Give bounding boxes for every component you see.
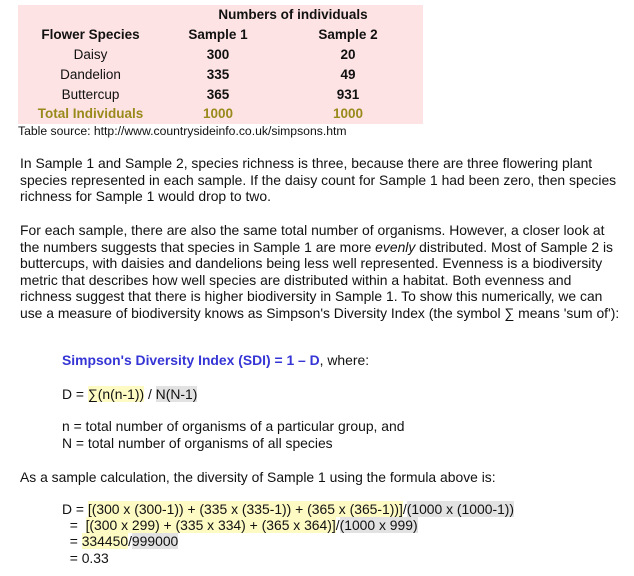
species-table: Numbers of individuals Flower Species Sa… xyxy=(18,5,423,124)
sample-2-value: 931 xyxy=(336,86,360,102)
d-denominator: N(N-1) xyxy=(155,386,198,402)
total-row: Total Individuals 1000 1000 xyxy=(18,104,423,124)
sdi-label: Simpson's Diversity Index (SDI) = 1 – D xyxy=(62,352,320,368)
table-row: Buttercup 365 931 xyxy=(18,84,423,104)
total-sample-2: 1000 xyxy=(332,106,364,122)
paragraph-sample-calc: As a sample calculation, the diversity o… xyxy=(20,469,496,485)
calc-line-3: = 334450/999000 xyxy=(62,533,179,550)
species-name: Daisy xyxy=(73,46,108,62)
table-source: Table source: http://www.countrysideinfo… xyxy=(18,124,347,138)
calc-line-4: = 0.33 xyxy=(62,549,109,566)
sample-2-value: 49 xyxy=(340,66,356,82)
N-definition: N = total number of organisms of all spe… xyxy=(62,434,333,451)
calculation-block: D = [(300 x (300-1)) + (335 x (335-1)) +… xyxy=(62,501,515,566)
table-row: Dandelion 335 49 xyxy=(18,64,423,84)
sdi-definition: Simpson's Diversity Index (SDI) = 1 – D,… xyxy=(62,352,370,368)
sample-1-value: 365 xyxy=(206,86,230,102)
header-sample-1: Sample 1 xyxy=(188,27,248,43)
species-name: Buttercup xyxy=(61,86,120,102)
group-header: Numbers of individuals xyxy=(218,7,368,23)
n-definition: n = total number of organisms of a parti… xyxy=(62,418,405,434)
sample-1-value: 335 xyxy=(206,66,230,82)
total-label: Total Individuals xyxy=(37,106,144,122)
d-formula: D = ∑(n(n-1)) / N(N-1) xyxy=(62,386,198,402)
species-name: Dandelion xyxy=(60,66,121,82)
header-sample-2: Sample 2 xyxy=(318,27,378,43)
table-row: Daisy 300 20 xyxy=(18,45,423,65)
d-numerator: ∑(n(n-1)) xyxy=(87,386,145,402)
variable-definitions: n = total number of organisms of a parti… xyxy=(62,418,404,451)
emphasis-evenly: evenly xyxy=(375,238,416,255)
paragraph-richness: In Sample 1 and Sample 2, species richne… xyxy=(20,155,617,205)
calc-line-2: = [(300 x 299) + (335 x 334) + (365 x 36… xyxy=(62,517,418,534)
header-species: Flower Species xyxy=(41,27,140,43)
sample-1-value: 300 xyxy=(206,46,230,62)
paragraph-evenness: For each sample, there are also the same… xyxy=(20,222,620,321)
sample-2-value: 20 xyxy=(340,46,356,62)
calc-line-1: D = [(300 x (300-1)) + (335 x (335-1)) +… xyxy=(62,501,515,517)
total-sample-1: 1000 xyxy=(202,106,234,122)
